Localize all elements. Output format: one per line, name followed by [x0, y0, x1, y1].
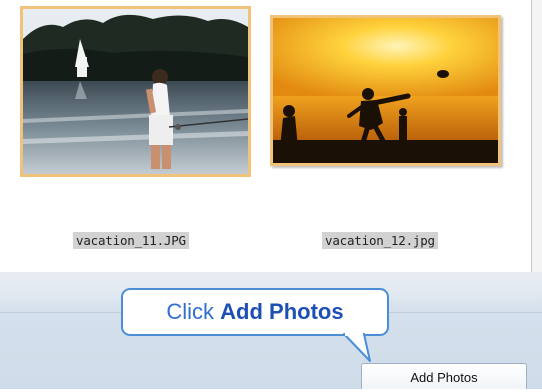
vertical-scrollbar[interactable]	[532, 0, 542, 272]
photo-thumbnail-vacation-11[interactable]	[20, 6, 251, 177]
photo-gallery: vacation_11.JPG vacation_12.jpg	[0, 0, 531, 272]
beach-sunset-photo	[273, 18, 498, 163]
photo-filename-label: vacation_11.JPG	[73, 232, 189, 249]
callout-prefix-text: Click	[166, 299, 221, 324]
photo-thumbnail-vacation-12[interactable]	[270, 15, 501, 166]
add-photos-button[interactable]: Add Photos	[361, 363, 527, 389]
photo-filename-label: vacation_12.jpg	[322, 232, 438, 249]
lake-fishing-photo	[23, 9, 248, 174]
callout-pointer-icon	[343, 333, 371, 362]
instruction-callout: Click Add Photos	[121, 288, 389, 336]
callout-bold-text: Add Photos	[220, 299, 344, 324]
